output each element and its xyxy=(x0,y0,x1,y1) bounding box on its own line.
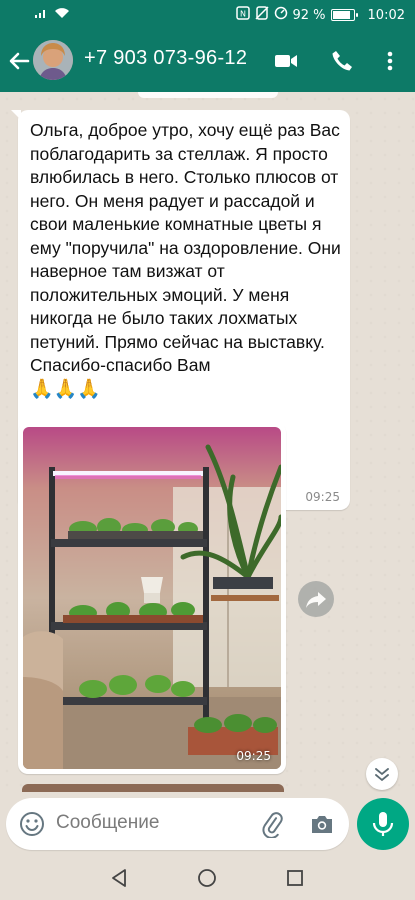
nav-back-icon[interactable] xyxy=(107,866,131,890)
scroll-to-bottom-button[interactable] xyxy=(366,758,398,790)
message-body: Ольга, доброе утро, хочу ещё раз Вас поб… xyxy=(30,120,346,375)
attach-clip-icon[interactable] xyxy=(258,810,286,839)
previous-message-edge xyxy=(138,92,278,98)
data-saver-icon xyxy=(274,6,288,24)
message-emoji: 🙏🙏🙏 xyxy=(30,378,101,400)
nav-recents-icon[interactable] xyxy=(283,866,307,890)
next-message-edge xyxy=(22,784,284,792)
status-time: 10:02 xyxy=(367,7,405,23)
status-left-icons xyxy=(34,7,70,23)
system-nav-bar xyxy=(0,856,415,900)
battery-level xyxy=(332,11,350,19)
silent-icon xyxy=(254,6,269,24)
emoji-icon[interactable] xyxy=(18,810,46,838)
status-right-icons: N 92 % 10:02 xyxy=(235,6,405,24)
video-call-icon[interactable] xyxy=(272,47,300,75)
nav-home-icon[interactable] xyxy=(195,866,219,890)
forward-button[interactable] xyxy=(298,581,334,617)
contact-name[interactable]: +7 903 073-96-12 xyxy=(84,47,247,70)
message-input[interactable]: Сообщение xyxy=(56,812,159,834)
svg-text:N: N xyxy=(240,10,246,19)
message-input-bar[interactable]: Сообщение xyxy=(6,798,349,850)
signal-icon xyxy=(34,7,48,23)
battery-icon xyxy=(330,9,358,21)
nfc-icon: N xyxy=(235,6,250,24)
message-text: Ольга, доброе утро, хочу ещё раз Вас поб… xyxy=(30,119,342,401)
chat-header: +7 903 073-96-12 xyxy=(0,30,415,92)
message-time: 09:25 xyxy=(305,490,340,504)
battery-percent: 92 % xyxy=(292,7,326,23)
mic-button[interactable] xyxy=(357,798,409,850)
phone-call-icon[interactable] xyxy=(328,47,356,75)
mic-icon xyxy=(372,812,394,836)
camera-icon[interactable] xyxy=(308,810,336,838)
image-time: 09:25 xyxy=(236,749,271,763)
avatar[interactable] xyxy=(33,40,73,80)
chat-area[interactable]: Ольга, доброе утро, хочу ещё раз Вас поб… xyxy=(0,92,415,792)
back-arrow-icon[interactable] xyxy=(6,48,32,74)
more-vert-icon[interactable] xyxy=(376,47,404,75)
status-bar: N 92 % 10:02 xyxy=(0,0,415,30)
shelf-photo[interactable]: 09:25 xyxy=(23,427,281,769)
wifi-icon xyxy=(54,7,70,23)
image-message-bubble[interactable]: 09:25 xyxy=(18,422,286,774)
